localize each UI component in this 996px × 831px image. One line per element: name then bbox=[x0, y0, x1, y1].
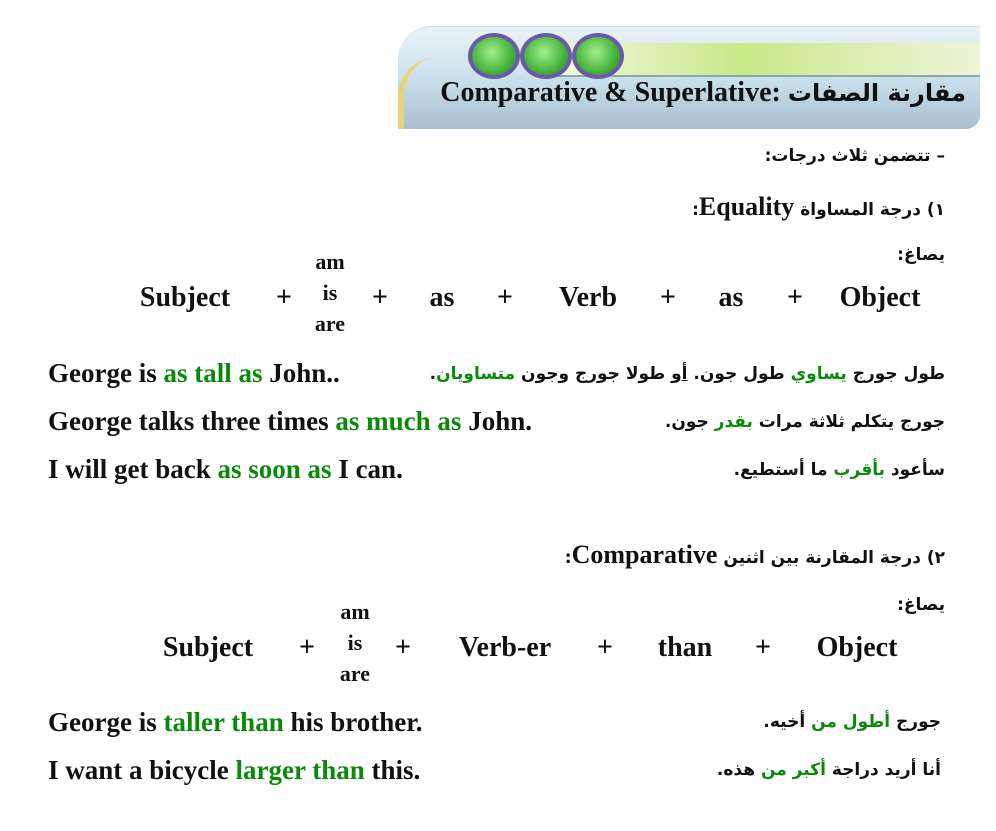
highlight: بأقرب bbox=[833, 460, 885, 480]
heading-arabic: ٢) درجة المقارنة بين اثنين bbox=[723, 548, 945, 568]
is: is bbox=[322, 280, 338, 305]
formula-token: Object bbox=[839, 282, 921, 313]
heading-colon: : bbox=[564, 548, 572, 568]
green-circle-icon bbox=[572, 33, 624, 79]
text: his brother. bbox=[283, 707, 423, 737]
text: جورج يتكلم ثلاثة مرات bbox=[752, 412, 945, 432]
formula-token: Object bbox=[816, 632, 898, 663]
formula-plus: + bbox=[755, 632, 771, 663]
are: are bbox=[314, 311, 346, 336]
highlight: as tall as bbox=[163, 358, 263, 388]
formula-plus: + bbox=[497, 282, 513, 313]
formula-token: as bbox=[718, 282, 744, 313]
formula-verb-be-stack: am is are bbox=[340, 596, 370, 689]
heading-english: Equality bbox=[698, 192, 795, 221]
highlight: بقدر bbox=[714, 412, 753, 432]
am: am bbox=[340, 599, 370, 624]
text: George is bbox=[48, 707, 164, 737]
banner-edge bbox=[398, 57, 444, 129]
formula-plus: + bbox=[276, 282, 292, 313]
formula-verb-be-stack: am is are bbox=[315, 246, 345, 339]
text: George is bbox=[48, 358, 164, 388]
text: جورج bbox=[890, 712, 941, 732]
text: this. bbox=[364, 755, 421, 785]
highlight: أطول من bbox=[811, 712, 891, 732]
formula-token: as bbox=[429, 282, 455, 313]
text: I want a bicycle bbox=[48, 755, 236, 785]
text: سأعود bbox=[884, 460, 945, 480]
highlight: يساوي bbox=[790, 364, 847, 384]
section-heading-equality: ١) درجة المساواة Equality: bbox=[692, 192, 945, 222]
example-english: I will get back as soon as I can. bbox=[48, 454, 403, 485]
formula-plus: + bbox=[395, 632, 411, 663]
highlight: as much as bbox=[335, 406, 462, 436]
highlight: متساويان bbox=[436, 364, 516, 384]
text: أنا أريد دراجة bbox=[825, 760, 941, 780]
green-circle-icon bbox=[468, 33, 520, 79]
heading-arabic: ١) درجة المساواة bbox=[800, 200, 945, 220]
text: طولا جورج وجون bbox=[515, 364, 672, 384]
highlight: larger than bbox=[235, 755, 365, 785]
text: George talks three times bbox=[48, 406, 336, 436]
text: طول جورج bbox=[846, 364, 945, 384]
text: ما أستطيع. bbox=[733, 460, 834, 480]
heading-colon: : bbox=[692, 200, 699, 220]
formula-plus: + bbox=[660, 282, 676, 313]
text: جون. bbox=[664, 412, 715, 432]
text-or: أو bbox=[671, 364, 688, 384]
example-arabic: جورج يتكلم ثلاثة مرات بقدر جون. bbox=[665, 412, 945, 432]
formula-label: يصاغ: bbox=[897, 595, 945, 615]
text: هذه. bbox=[716, 760, 761, 780]
title-arabic: مقارنة الصفات bbox=[787, 79, 966, 107]
text: طول جون. bbox=[687, 364, 791, 384]
highlight: أكبر من bbox=[760, 760, 826, 780]
formula-token: than bbox=[657, 632, 713, 663]
formula-token: Subject bbox=[162, 632, 254, 663]
example-arabic: سأعود بأقرب ما أستطيع. bbox=[734, 460, 945, 480]
example-english: I want a bicycle larger than this. bbox=[48, 755, 420, 786]
highlight: as soon as bbox=[217, 454, 332, 484]
text: أخيه. bbox=[763, 712, 812, 732]
intro-text: – تتضمن ثلاث درجات: bbox=[764, 146, 945, 166]
title-english: Comparative & Superlative: bbox=[440, 77, 781, 108]
formula-plus: + bbox=[372, 282, 388, 313]
text: John.. bbox=[262, 358, 340, 388]
text: I can. bbox=[331, 454, 403, 484]
formula-token: Subject bbox=[139, 282, 231, 313]
are: are bbox=[339, 661, 371, 686]
page: مقارنة الصفات Comparative & Superlative:… bbox=[0, 0, 996, 831]
formula-label: يصاغ: bbox=[897, 245, 945, 265]
example-arabic: طول جورج يساوي طول جون. أو طولا جورج وجو… bbox=[430, 364, 945, 384]
formula-plus: + bbox=[597, 632, 613, 663]
formula-token: Verb-er bbox=[458, 632, 552, 663]
highlight: taller than bbox=[163, 707, 284, 737]
example-english: George is taller than his brother. bbox=[48, 707, 423, 738]
page-title: مقارنة الصفات Comparative & Superlative: bbox=[440, 77, 966, 109]
green-circle-icon bbox=[520, 33, 572, 79]
example-arabic: أنا أريد دراجة أكبر من هذه. bbox=[717, 760, 941, 780]
heading-english: Comparative bbox=[571, 540, 718, 569]
is: is bbox=[347, 630, 363, 655]
formula-plus: + bbox=[787, 282, 803, 313]
formula-plus: + bbox=[299, 632, 315, 663]
example-arabic: جورج أطول من أخيه. bbox=[763, 712, 941, 732]
example-english: George talks three times as much as John… bbox=[48, 406, 532, 437]
example-english: George is as tall as John.. bbox=[48, 358, 340, 389]
am: am bbox=[315, 249, 345, 274]
text: I will get back bbox=[48, 454, 218, 484]
section-heading-comparative: ٢) درجة المقارنة بين اثنين Comparative: bbox=[565, 540, 945, 570]
text: John. bbox=[461, 406, 532, 436]
formula-token: Verb bbox=[558, 282, 618, 313]
header-banner: مقارنة الصفات Comparative & Superlative: bbox=[398, 26, 980, 129]
